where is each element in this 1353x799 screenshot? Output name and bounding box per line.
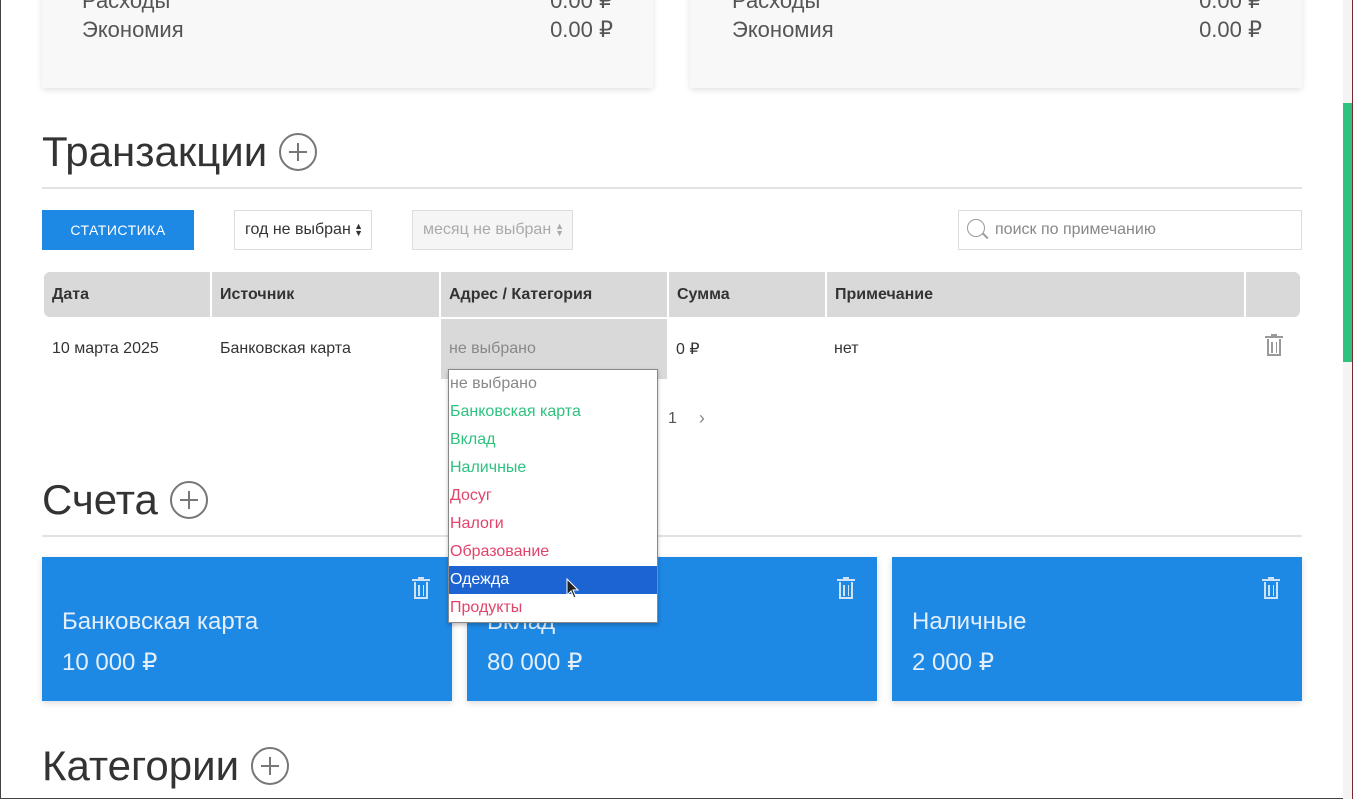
account-name: Банковская карта xyxy=(62,608,259,635)
add-transaction-icon[interactable] xyxy=(279,133,318,171)
column-header-date[interactable]: Дата xyxy=(44,272,212,317)
accounts-heading: Счета xyxy=(42,476,208,524)
statistics-button[interactable]: СТАТИСТИКА xyxy=(42,210,194,250)
account-card[interactable]: Банковская карта 10 000 ₽ xyxy=(42,557,452,701)
summary-expense-value: 0.00 ₽ xyxy=(1199,0,1262,13)
summary-savings-row: Экономия 0.00 ₽ xyxy=(82,17,613,43)
column-header-source[interactable]: Источник xyxy=(212,272,441,317)
summary-savings-label: Экономия xyxy=(82,17,184,42)
summary-expense-row: Расходы 0.00 ₽ xyxy=(732,0,1262,14)
summary-expense-label: Расходы xyxy=(82,0,171,13)
summary-expense-label: Расходы xyxy=(732,0,821,13)
trash-icon xyxy=(1265,334,1283,356)
app-window: Расходы 0.00 ₽ Экономия 0.00 ₽ Расходы 0… xyxy=(0,0,1343,799)
cell-amount[interactable]: 0 ₽ xyxy=(668,319,826,379)
column-header-note[interactable]: Примечание xyxy=(827,272,1246,317)
column-header-amount[interactable]: Сумма xyxy=(669,272,827,317)
column-header-category[interactable]: Адрес / Категория xyxy=(441,272,669,317)
cell-note[interactable]: нет xyxy=(826,319,1246,379)
dropdown-option[interactable]: Налоги xyxy=(449,510,657,538)
select-arrows-icon: ▲ ▼ xyxy=(354,221,363,238)
year-select[interactable]: год не выбран ▲ ▼ xyxy=(234,210,372,250)
transactions-heading: Транзакции xyxy=(42,128,318,176)
transactions-table-header: Дата Источник Адрес / Категория Сумма Пр… xyxy=(44,272,1300,317)
category-dropdown-list[interactable]: не выбрано Банковская карта Вклад Наличн… xyxy=(448,369,658,623)
add-account-icon[interactable] xyxy=(169,481,208,519)
dropdown-option[interactable]: Досуг xyxy=(449,482,657,510)
summary-savings-label: Экономия xyxy=(732,17,834,42)
account-name: Наличные xyxy=(912,608,1027,635)
cell-source[interactable]: Банковская карта xyxy=(212,319,440,379)
account-balance: 80 000 ₽ xyxy=(487,649,583,676)
summary-savings-row: Экономия 0.00 ₽ xyxy=(732,17,1262,43)
summary-savings-value: 0.00 ₽ xyxy=(1199,17,1262,42)
summary-expense-value: 0.00 ₽ xyxy=(550,0,613,13)
delete-transaction-button[interactable] xyxy=(1246,319,1300,379)
delete-account-button[interactable] xyxy=(412,577,430,604)
delete-account-button[interactable] xyxy=(837,577,855,604)
month-select-value: месяц не выбран xyxy=(423,221,552,238)
chevron-right-icon[interactable]: › xyxy=(699,408,705,429)
table-row: 10 марта 2025 Банковская карта не выбран… xyxy=(44,319,1300,379)
trash-icon xyxy=(837,577,855,599)
trash-icon xyxy=(412,577,430,599)
trash-icon xyxy=(1262,577,1280,599)
summary-card-1: Расходы 0.00 ₽ Экономия 0.00 ₽ xyxy=(42,0,653,88)
account-card[interactable]: Наличные 2 000 ₽ xyxy=(892,557,1302,701)
pagination: 1 › xyxy=(668,408,705,429)
cell-date: 10 марта 2025 xyxy=(52,340,159,357)
dropdown-option[interactable]: Образование xyxy=(449,538,657,566)
summary-expense-row: Расходы 0.00 ₽ xyxy=(82,0,613,14)
dropdown-option[interactable]: не выбрано xyxy=(449,370,657,398)
year-select-value: год не выбран xyxy=(245,221,351,238)
summary-savings-value: 0.00 ₽ xyxy=(550,17,613,42)
mouse-cursor-icon xyxy=(566,578,580,599)
account-balance: 2 000 ₽ xyxy=(912,649,994,676)
accounts-title: Счета xyxy=(42,476,158,523)
search-box[interactable] xyxy=(958,210,1302,250)
dropdown-option[interactable]: Наличные xyxy=(449,454,657,482)
dropdown-option[interactable]: Продукты xyxy=(449,594,657,622)
divider xyxy=(42,535,1302,537)
dropdown-option[interactable]: Одежда xyxy=(449,566,657,594)
categories-title: Категории xyxy=(42,742,240,789)
search-icon xyxy=(967,219,989,241)
categories-heading: Категории xyxy=(42,742,290,790)
page-number[interactable]: 1 xyxy=(668,410,677,428)
delete-account-button[interactable] xyxy=(1262,577,1280,604)
divider xyxy=(42,187,1302,189)
summary-card-2: Расходы 0.00 ₽ Экономия 0.00 ₽ xyxy=(690,0,1302,88)
month-select[interactable]: месяц не выбран ▲ ▼ xyxy=(412,210,573,250)
dropdown-option[interactable]: Банковская карта xyxy=(449,398,657,426)
dropdown-option[interactable]: Вклад xyxy=(449,426,657,454)
add-category-icon[interactable] xyxy=(251,747,290,785)
column-header-actions xyxy=(1246,272,1300,317)
search-input[interactable] xyxy=(995,221,1285,239)
transactions-title: Транзакции xyxy=(42,128,268,175)
account-balance: 10 000 ₽ xyxy=(62,649,158,676)
select-arrows-icon: ▲ ▼ xyxy=(555,221,564,238)
